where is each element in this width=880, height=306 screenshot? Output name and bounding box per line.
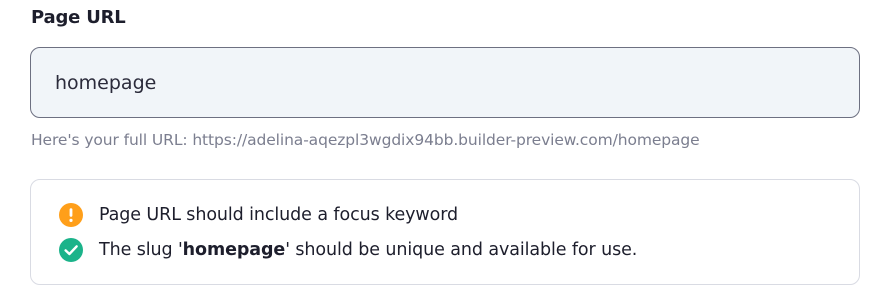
page-url-label: Page URL xyxy=(31,7,126,28)
page-url-field[interactable] xyxy=(30,47,860,118)
check-circle-icon xyxy=(59,238,83,262)
check-slug-unique-text: The slug 'homepage' should be unique and… xyxy=(99,240,637,260)
warning-icon xyxy=(59,203,83,227)
page-url-input[interactable] xyxy=(31,48,859,117)
url-checks-panel: Page URL should include a focus keyword … xyxy=(30,179,860,285)
check-focus-keyword: Page URL should include a focus keyword xyxy=(59,203,458,227)
check-focus-keyword-text: Page URL should include a focus keyword xyxy=(99,205,459,225)
slug-text-before: The slug ' xyxy=(99,240,183,260)
full-url-hint: Here's your full URL: https://adelina-aq… xyxy=(31,131,700,149)
check-slug-unique: The slug 'homepage' should be unique and… xyxy=(59,238,637,262)
slug-value: homepage xyxy=(182,240,286,260)
slug-text-after: ' should be unique and available for use… xyxy=(285,240,638,260)
